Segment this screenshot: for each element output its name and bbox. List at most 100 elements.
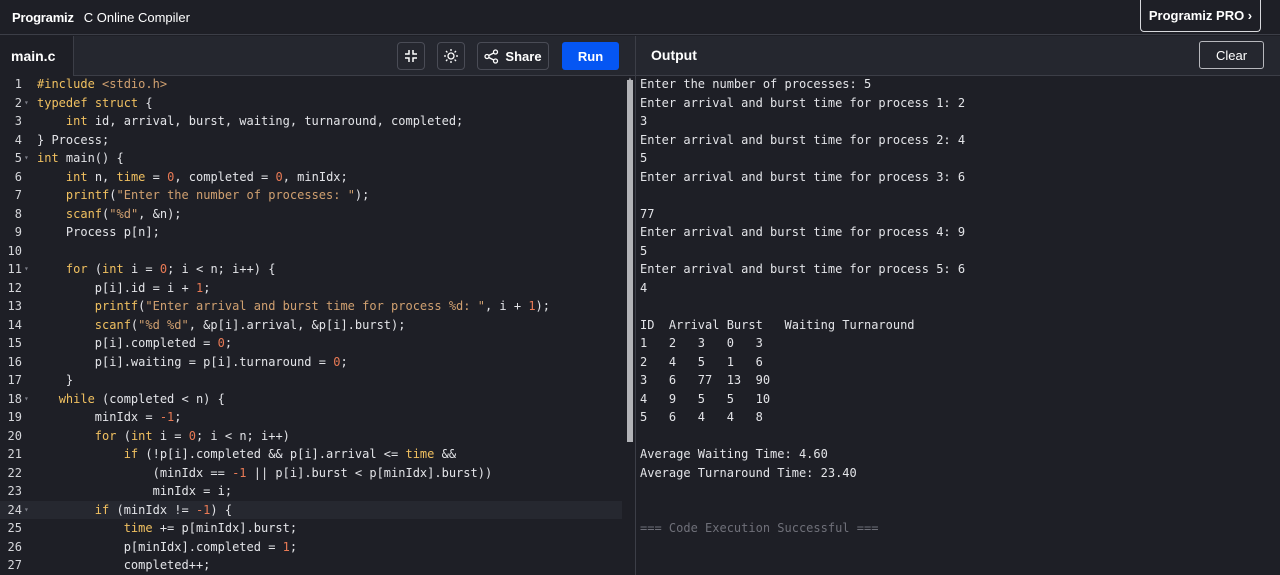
fold-arrow-icon[interactable]: ▾	[24, 149, 29, 168]
code-text[interactable]: int id, arrival, burst, waiting, turnaro…	[37, 112, 463, 131]
code-text[interactable]: int n, time = 0, completed = 0, minIdx;	[37, 168, 348, 187]
code-line[interactable]: 26 p[minIdx].completed = 1;	[0, 538, 622, 557]
code-line[interactable]: 25 time += p[minIdx].burst;	[0, 519, 622, 538]
code-line[interactable]: 12 p[i].id = i + 1;	[0, 279, 622, 298]
line-number: 2	[14, 95, 22, 110]
line-number: 14	[7, 317, 22, 332]
editor-toolbar: main.c Share Run	[0, 36, 635, 76]
theme-toggle-button[interactable]	[437, 42, 465, 70]
share-button[interactable]: Share	[477, 42, 549, 70]
code-line[interactable]: 18 ▾ while (completed < n) {	[0, 390, 622, 409]
code-text[interactable]: printf("Enter arrival and burst time for…	[37, 297, 550, 316]
line-number: 21	[7, 447, 22, 461]
fold-arrow-icon[interactable]: ▾	[24, 260, 29, 279]
output-title: Output	[651, 47, 697, 63]
execution-status: === Code Execution Successful ===	[640, 521, 879, 535]
code-text[interactable]: scanf("%d %d", &p[i].arrival, &p[i].burs…	[37, 316, 406, 335]
code-text[interactable]: minIdx = i;	[37, 482, 232, 501]
code-text[interactable]: printf("Enter the number of processes: "…	[37, 186, 369, 205]
fold-arrow-icon[interactable]: ▾	[24, 94, 29, 113]
output-line: 4 9 5 5 10	[640, 391, 771, 406]
code-line[interactable]: 3 int id, arrival, burst, waiting, turna…	[0, 112, 622, 131]
code-text[interactable]: p[minIdx].completed = 1;	[37, 538, 297, 557]
line-number: 25	[7, 521, 22, 535]
output-line: Average Turnaround Time: 23.40	[640, 465, 857, 480]
editor-scrollbar[interactable]	[627, 80, 633, 442]
fold-arrow-icon[interactable]: ▾	[24, 390, 29, 409]
line-number: 20	[7, 428, 22, 443]
code-line[interactable]: 8 scanf("%d", &n);	[0, 205, 622, 224]
code-text[interactable]: completed++;	[37, 556, 211, 575]
code-text[interactable]: (minIdx == -1 || p[i].burst < p[minIdx].…	[37, 464, 493, 483]
code-text[interactable]: for (int i = 0; i < n; i++)	[37, 427, 290, 446]
code-line[interactable]: 15 p[i].completed = 0;	[0, 334, 622, 353]
code-line[interactable]: 20 for (int i = 0; i < n; i++)	[0, 427, 622, 446]
programiz-pro-button[interactable]: Programiz PRO ›	[1140, 0, 1261, 32]
fullscreen-exit-button[interactable]	[397, 42, 425, 70]
code-line[interactable]: 2 ▾ typedef struct {	[0, 94, 622, 113]
line-number: 22	[7, 465, 22, 480]
file-tab-main-c[interactable]: main.c	[0, 36, 74, 76]
line-number: 8	[14, 206, 22, 221]
code-text[interactable]: scanf("%d", &n);	[37, 205, 182, 224]
code-text[interactable]: }	[37, 371, 73, 390]
brand[interactable]: Programiz C Online Compiler	[12, 8, 190, 26]
page-title: C Online Compiler	[83, 9, 190, 25]
code-text[interactable]: if (minIdx != -1) {	[37, 501, 232, 520]
line-number: 4	[14, 132, 22, 147]
code-line[interactable]: 21 if (!p[i].completed && p[i].arrival <…	[0, 445, 622, 464]
output-console: Enter the number of processes: 5 Enter ar…	[636, 76, 1280, 575]
run-button[interactable]: Run	[562, 42, 619, 70]
sun-icon	[444, 49, 458, 63]
top-navbar: Programiz C Online Compiler Programiz PR…	[0, 0, 1280, 35]
code-line[interactable]: 16 p[i].waiting = p[i].turnaround = 0;	[0, 353, 622, 372]
output-line: Enter arrival and burst time for process…	[640, 169, 966, 184]
code-text[interactable]: minIdx = -1;	[37, 408, 182, 427]
output-line: Enter arrival and burst time for process…	[640, 225, 966, 239]
output-line: 4	[640, 280, 648, 295]
code-line[interactable]: 23 minIdx = i;	[0, 482, 622, 501]
code-line[interactable]: 13 printf("Enter arrival and burst time …	[0, 297, 622, 316]
clear-button[interactable]: Clear	[1199, 41, 1264, 69]
line-number: 1	[14, 77, 22, 91]
line-number: 11	[7, 262, 22, 276]
code-text[interactable]: for (int i = 0; i < n; i++) {	[37, 260, 276, 279]
programiz-logo[interactable]: Programiz	[12, 10, 74, 25]
code-text[interactable]: Process p[n];	[37, 223, 160, 242]
code-text[interactable]: int main() {	[37, 149, 124, 168]
fold-arrow-icon[interactable]: ▾	[24, 501, 29, 520]
code-line[interactable]: 19 minIdx = -1;	[0, 408, 622, 427]
line-number: 24	[7, 502, 22, 517]
code-line[interactable]: 22 (minIdx == -1 || p[i].burst < p[minId…	[0, 464, 622, 483]
code-line[interactable]: 1 #include <stdio.h>	[0, 76, 622, 94]
output-toolbar: Output Clear	[636, 36, 1280, 76]
code-line[interactable]: 11 ▾ for (int i = 0; i < n; i++) {	[0, 260, 622, 279]
code-line[interactable]: 24 ▾ if (minIdx != -1) {	[0, 500, 622, 520]
code-text[interactable]: p[i].id = i + 1;	[37, 279, 211, 298]
fullscreen-exit-icon	[405, 50, 417, 62]
code-text[interactable]: time += p[minIdx].burst;	[37, 519, 297, 538]
line-number: 19	[7, 410, 22, 424]
code-text[interactable]: #include <stdio.h>	[37, 76, 167, 94]
code-line[interactable]: 5 ▾ int main() {	[0, 149, 622, 168]
code-line[interactable]: 14 scanf("%d %d", &p[i].arrival, &p[i].b…	[0, 316, 622, 335]
share-icon	[484, 48, 499, 64]
code-editor[interactable]: 1 #include <stdio.h> 2 ▾ typedef struct {3 i…	[0, 76, 635, 575]
code-line[interactable]: 6 int n, time = 0, completed = 0, minIdx…	[0, 168, 622, 187]
code-line[interactable]: 9 Process p[n];	[0, 223, 622, 242]
code-text[interactable]: typedef struct {	[37, 94, 153, 113]
code-line[interactable]: 10	[0, 242, 622, 261]
code-line[interactable]: 4 } Process;	[0, 131, 622, 150]
code-text[interactable]: } Process;	[37, 131, 109, 150]
code-line[interactable]: 17 }	[0, 371, 622, 390]
line-number: 9	[14, 225, 22, 239]
code-text[interactable]: p[i].completed = 0;	[37, 334, 232, 353]
share-label: Share	[505, 48, 542, 64]
output-line: Enter arrival and burst time for process…	[640, 95, 966, 110]
code-text[interactable]: p[i].waiting = p[i].turnaround = 0;	[37, 353, 348, 372]
code-text[interactable]: while (completed < n) {	[37, 390, 225, 409]
code-line[interactable]: 7 printf("Enter the number of processes:…	[0, 186, 622, 205]
output-line: 2 4 5 1 6	[640, 354, 763, 369]
code-line[interactable]: 27 completed++;	[0, 556, 622, 575]
code-text[interactable]: if (!p[i].completed && p[i].arrival <= t…	[37, 445, 456, 464]
